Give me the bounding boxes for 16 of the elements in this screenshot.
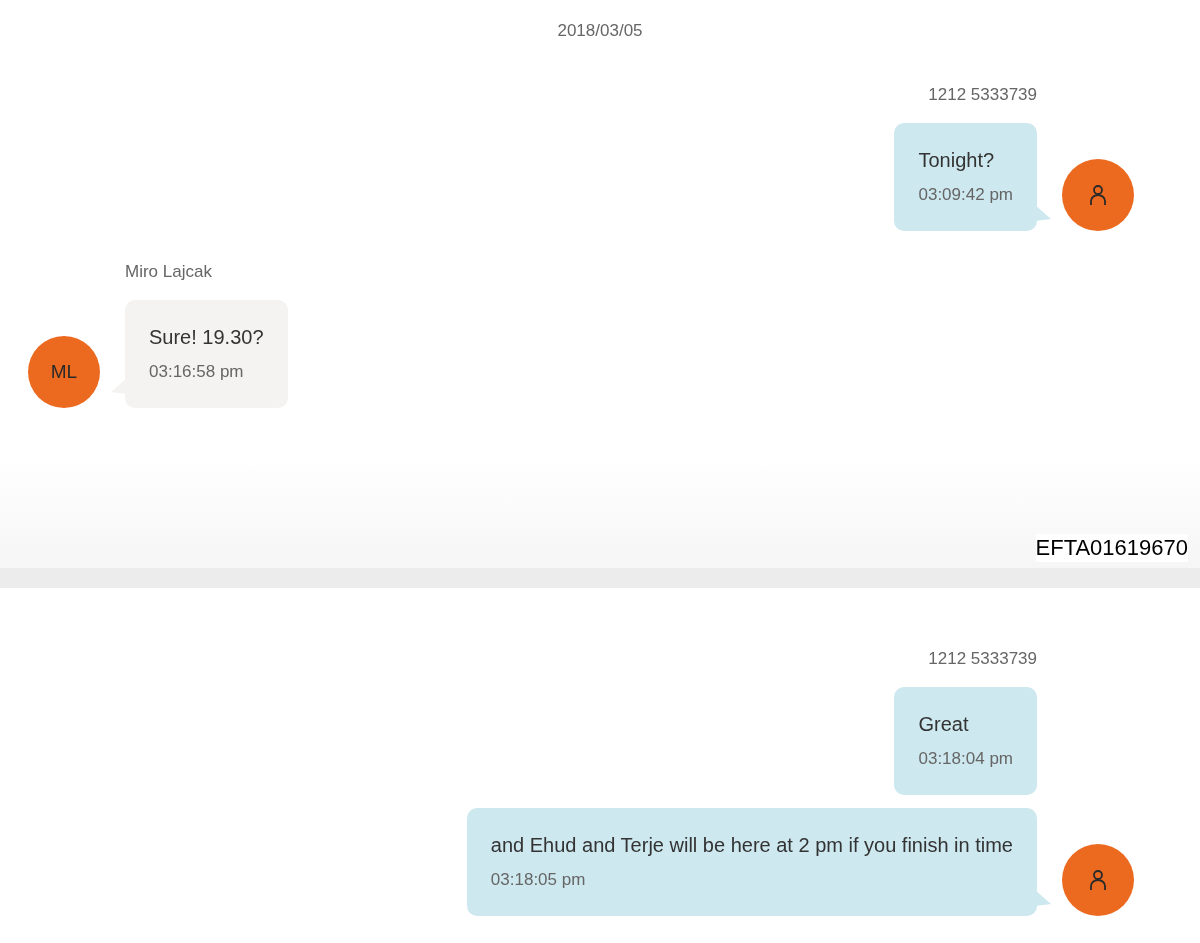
sender-name: 1212 5333739	[928, 85, 1037, 105]
message-text: Sure! 19.30?	[149, 325, 264, 350]
message-time: 03:18:05 pm	[490, 869, 587, 891]
date-label: 2018/03/05	[557, 20, 643, 42]
message-time: 03:16:58 pm	[149, 361, 245, 383]
avatar-initials: ML	[50, 359, 78, 384]
message-text: and Ehud and Terje will be here at 2 pm if you finish in time	[490, 833, 1013, 858]
message-text: Great	[918, 712, 970, 737]
sender-name: Miro Lajcak	[125, 262, 212, 282]
document-stamp: EFTA01619670	[1035, 534, 1188, 562]
message-time: 03:18:04 pm	[918, 748, 1013, 770]
sender-name: 1212 5333739	[928, 649, 1037, 669]
person-icon	[1089, 869, 1107, 891]
message-time: 03:09:42 pm	[918, 184, 1013, 206]
person-icon	[1089, 184, 1107, 206]
message-text: Tonight?	[918, 148, 996, 173]
